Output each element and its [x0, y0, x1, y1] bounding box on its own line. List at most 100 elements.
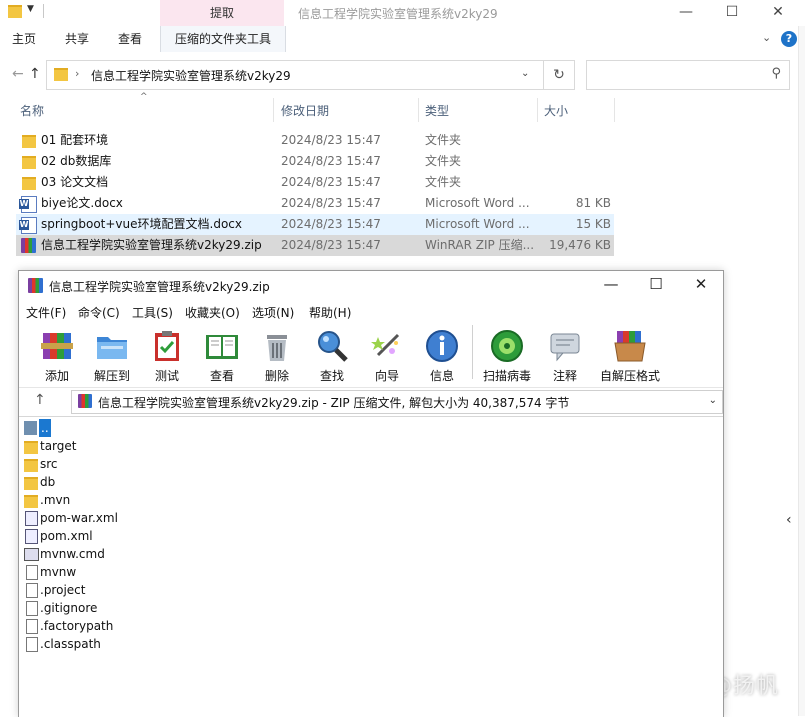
comment-button[interactable]: 注释: [538, 327, 592, 383]
file-name: springboot+vue环境配置文档.docx: [41, 217, 242, 231]
menu-help[interactable]: 帮助(H): [309, 304, 351, 321]
menu-commands[interactable]: 命令(C): [78, 304, 120, 321]
sfx-box-icon: [614, 331, 646, 362]
archive-path-dropdown[interactable]: 信息工程学院实验室管理系统v2ky29.zip - ZIP 压缩文件, 解包大小…: [71, 390, 723, 414]
up-arrow-icon[interactable]: ↑: [29, 66, 41, 82]
extract-to-button[interactable]: 解压到: [85, 327, 139, 383]
column-header-size[interactable]: 大小: [544, 100, 568, 122]
column-header-type[interactable]: 类型: [425, 100, 449, 122]
parent-folder-icon: [24, 421, 37, 435]
breadcrumb-chevron-icon[interactable]: ›: [75, 67, 79, 80]
winrar-titlebar: 信息工程学院实验室管理系统v2ky29.zip — ☐ ✕: [19, 271, 723, 301]
file-date: 2024/8/23 15:47: [281, 133, 381, 147]
menu-tools[interactable]: 工具(S): [132, 304, 173, 321]
find-magnifier-icon: [318, 331, 348, 362]
address-dropdown-icon[interactable]: ⌄: [521, 68, 529, 79]
quick-access-dropdown-icon[interactable]: ▼: [27, 4, 34, 14]
chevron-left-icon[interactable]: ‹: [786, 512, 792, 528]
file-icon: [26, 565, 38, 580]
add-button[interactable]: 添加: [30, 327, 84, 383]
virus-scan-button[interactable]: 扫描病毒: [480, 327, 534, 383]
refresh-button[interactable]: ↻: [544, 60, 575, 90]
list-item-name: .factorypath: [40, 619, 114, 633]
maximize-button[interactable]: ☐: [709, 2, 755, 24]
info-icon: [426, 330, 458, 362]
find-button[interactable]: 查找: [305, 327, 359, 383]
column-header-name[interactable]: 名称: [20, 100, 44, 122]
quick-access-folder-icon[interactable]: [8, 5, 22, 18]
folder-icon: [24, 495, 38, 508]
file-type: WinRAR ZIP 压缩...: [425, 238, 535, 252]
winrar-path-bar: ↑ 信息工程学院实验室管理系统v2ky29.zip - ZIP 压缩文件, 解包…: [19, 387, 723, 417]
winrar-zip-icon: [21, 238, 36, 253]
wizard-button[interactable]: 向导: [360, 327, 414, 383]
menu-favorites[interactable]: 收藏夹(O): [185, 304, 240, 321]
winrar-maximize-button[interactable]: ☐: [636, 275, 676, 293]
up-one-level-icon[interactable]: ↑: [34, 392, 46, 408]
info-button[interactable]: 信息: [415, 327, 469, 383]
list-item-name: db: [40, 475, 56, 489]
column-divider[interactable]: [614, 98, 615, 122]
close-button[interactable]: ✕: [755, 2, 801, 24]
winrar-close-button[interactable]: ✕: [681, 275, 721, 293]
folder-icon: [22, 135, 36, 148]
search-icon[interactable]: ⚲: [771, 66, 781, 81]
file-name: 02 db数据库: [41, 154, 112, 168]
tab-view[interactable]: 查看: [118, 26, 142, 52]
file-row[interactable]: 01 配套环境 2024/8/23 15:47 文件夹: [16, 130, 614, 151]
folder-icon: [24, 477, 38, 490]
context-tab-group-extract[interactable]: 提取: [160, 0, 284, 26]
file-row-selected[interactable]: 信息工程学院实验室管理系统v2ky29.zip 2024/8/23 15:47 …: [16, 235, 614, 256]
view-button[interactable]: 查看: [195, 327, 249, 383]
file-type: Microsoft Word ...: [425, 217, 530, 231]
tab-share[interactable]: 共享: [65, 26, 89, 52]
tab-home[interactable]: 主页: [12, 26, 36, 52]
explorer-right-edge-scrollbar[interactable]: [798, 26, 805, 716]
folder-icon: [24, 441, 38, 454]
comment-icon: [550, 333, 580, 362]
column-divider[interactable]: [273, 98, 274, 122]
list-item-name: mvnw: [40, 565, 77, 579]
file-date: 2024/8/23 15:47: [281, 154, 381, 168]
view-book-icon: [206, 335, 238, 359]
file-icon: [26, 637, 38, 652]
quick-access-separator: [43, 4, 44, 18]
file-row[interactable]: 03 论文文档 2024/8/23 15:47 文件夹: [16, 172, 614, 193]
column-divider[interactable]: [537, 98, 538, 122]
column-divider[interactable]: [418, 98, 419, 122]
column-header-date[interactable]: 修改日期: [281, 100, 329, 122]
file-type: 文件夹: [425, 133, 462, 147]
folder-icon: [24, 459, 38, 472]
menu-file[interactable]: 文件(F): [26, 304, 66, 321]
back-arrow-icon[interactable]: ←: [12, 66, 24, 82]
list-item-name: mvnw.cmd: [40, 547, 105, 561]
test-button[interactable]: 测试: [140, 327, 194, 383]
delete-button[interactable]: 删除: [250, 327, 304, 383]
address-path[interactable]: 信息工程学院实验室管理系统v2ky29: [91, 67, 291, 84]
list-item-name: pom.xml: [40, 529, 93, 543]
address-bar[interactable]: › 信息工程学院实验室管理系统v2ky29 ⌄: [46, 60, 544, 90]
file-row[interactable]: biye论文.docx 2024/8/23 15:47 Microsoft Wo…: [16, 193, 614, 214]
search-input[interactable]: ⚲: [586, 60, 790, 90]
minimize-button[interactable]: —: [663, 2, 709, 24]
ribbon-expand-chevron-icon[interactable]: ⌄: [762, 31, 771, 44]
chevron-down-icon[interactable]: ⌄: [709, 395, 717, 406]
winrar-app-icon: [28, 278, 43, 293]
file-row[interactable]: 02 db数据库 2024/8/23 15:47 文件夹: [16, 151, 614, 172]
file-icon: [26, 601, 38, 616]
tab-compressed-folder-tools[interactable]: 压缩的文件夹工具: [160, 26, 287, 52]
sfx-button[interactable]: 自解压格式: [598, 327, 662, 383]
toolbar-separator: [472, 325, 473, 379]
help-icon[interactable]: ?: [781, 31, 797, 47]
winrar-minimize-button[interactable]: —: [591, 275, 631, 293]
menu-options[interactable]: 选项(N): [252, 304, 294, 321]
delete-trash-icon: [267, 335, 287, 361]
virus-scan-icon: [491, 330, 523, 362]
file-date: 2024/8/23 15:47: [281, 175, 381, 189]
explorer-window-title: 信息工程学院实验室管理系统v2ky29: [298, 7, 498, 21]
file-name: 03 论文文档: [41, 175, 109, 189]
ribbon-tabs: 主页 共享 查看 压缩的文件夹工具: [0, 26, 805, 53]
file-row[interactable]: springboot+vue环境配置文档.docx 2024/8/23 15:4…: [16, 214, 614, 235]
extract-folder-icon: [97, 337, 127, 359]
add-archive-icon: [41, 333, 73, 359]
